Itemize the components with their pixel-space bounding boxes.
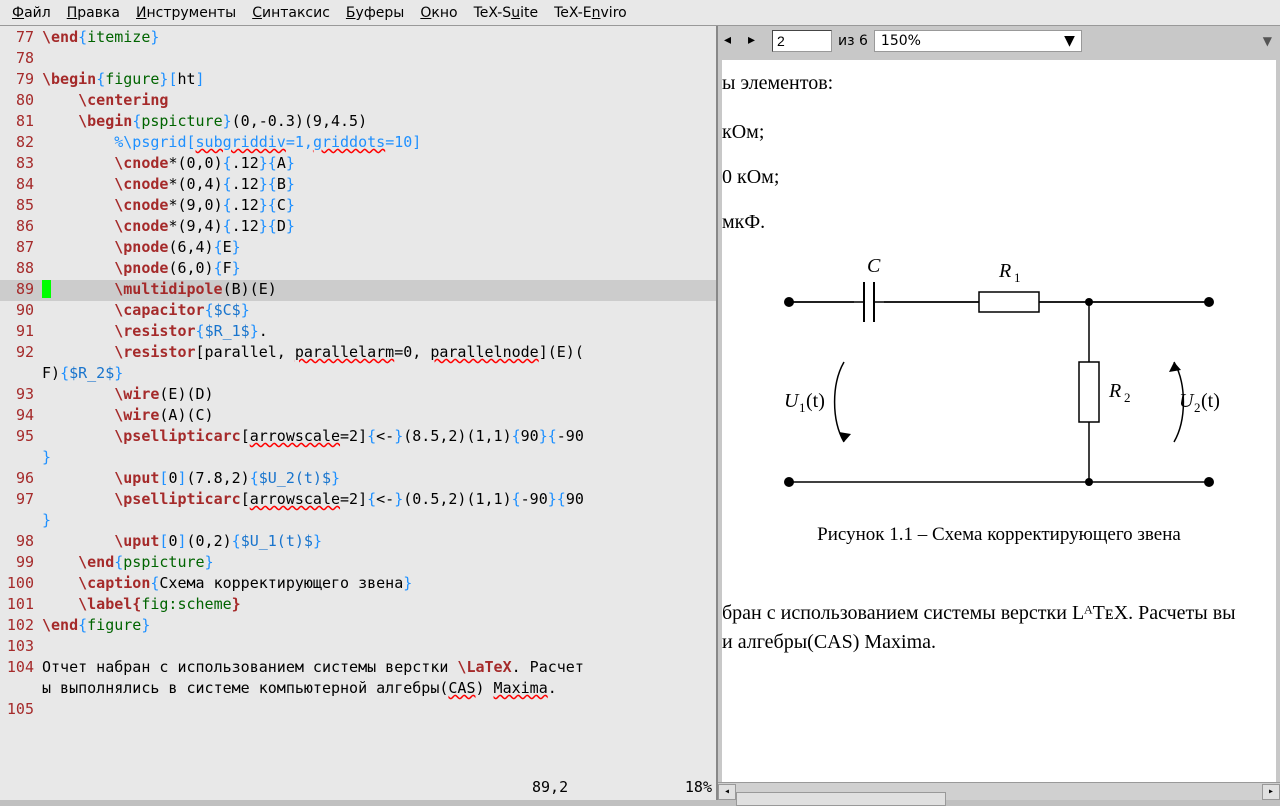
label-U1: U xyxy=(784,390,800,412)
line-number: 78 xyxy=(0,49,42,70)
preview-content[interactable]: ы элементов: кОм; 0 кОм; мкФ. xyxy=(718,56,1280,782)
line-number: 100 xyxy=(0,574,42,595)
pdf-text: мкФ. xyxy=(722,211,1276,234)
line-number: 87 xyxy=(0,238,42,259)
scroll-percent: 18% xyxy=(652,778,712,800)
line-number: 94 xyxy=(0,406,42,427)
line-number: 98 xyxy=(0,532,42,553)
preview-pane: ◂ ▸ из 6 150% ▼ ▼ ы элементов: кОм; 0 кО… xyxy=(718,26,1280,800)
line-number: 103 xyxy=(0,637,42,658)
pdf-text: ы элементов: xyxy=(722,72,1276,95)
label-R1: R xyxy=(998,260,1011,282)
menu-file-label: айл xyxy=(24,5,51,21)
line-number: 101 xyxy=(0,595,42,616)
line-number xyxy=(0,364,42,385)
label-C: C xyxy=(867,255,881,277)
svg-text:(t): (t) xyxy=(1201,390,1220,412)
line-number: 82 xyxy=(0,133,42,154)
line-number xyxy=(0,448,42,469)
line-number: 93 xyxy=(0,385,42,406)
editor-pane[interactable]: 77\end{itemize} 78 79\begin{figure}[ht] … xyxy=(0,26,716,800)
line-number: 88 xyxy=(0,259,42,280)
line-number: 92 xyxy=(0,343,42,364)
pdf-text: бран с использованием системы верстки Lᴬ… xyxy=(722,602,1276,625)
menu-buffers[interactable]: Буферы xyxy=(338,3,412,23)
next-page-icon[interactable]: ▸ xyxy=(748,32,766,50)
line-number: 95 xyxy=(0,427,42,448)
menu-window[interactable]: Окно xyxy=(412,3,465,23)
line-number: 84 xyxy=(0,175,42,196)
line-number: 90 xyxy=(0,301,42,322)
scroll-right-icon[interactable]: ▸ xyxy=(1262,784,1280,800)
preview-toolbar: ◂ ▸ из 6 150% ▼ ▼ xyxy=(718,26,1280,56)
label-U2: U xyxy=(1179,390,1195,412)
line-number: 83 xyxy=(0,154,42,175)
pdf-text: и алгебры(CAS) Maxima. xyxy=(722,631,1276,654)
svg-text:2: 2 xyxy=(1194,400,1201,415)
cursor xyxy=(42,280,51,298)
circuit-figure: C R 1 R 2 U 1 (t) U 2 (t) xyxy=(759,252,1239,512)
line-number xyxy=(0,511,42,532)
scroll-left-icon[interactable]: ◂ xyxy=(718,784,736,800)
line-number xyxy=(0,679,42,700)
line-number: 89 xyxy=(0,280,42,301)
line-number: 105 xyxy=(0,700,42,721)
toolbar-menu-icon[interactable]: ▼ xyxy=(1263,34,1272,48)
line-number: 86 xyxy=(0,217,42,238)
pdf-page: ы элементов: кОм; 0 кОм; мкФ. xyxy=(722,60,1276,782)
page-total-label: из 6 xyxy=(838,33,868,49)
line-number: 96 xyxy=(0,469,42,490)
menu-syntax[interactable]: Синтаксис xyxy=(244,3,338,23)
svg-text:1: 1 xyxy=(1014,270,1021,285)
chevron-down-icon: ▼ xyxy=(1064,33,1075,49)
svg-text:2: 2 xyxy=(1124,390,1131,405)
zoom-value: 150% xyxy=(881,33,921,49)
menu-tools[interactable]: Инструменты xyxy=(128,3,244,23)
page-number-input[interactable] xyxy=(772,30,832,52)
code-area[interactable]: 77\end{itemize} 78 79\begin{figure}[ht] … xyxy=(0,26,716,778)
pdf-text: 0 кОм; xyxy=(722,166,1276,189)
menu-texsuite[interactable]: TeX-Suite xyxy=(466,3,547,23)
line-number: 77 xyxy=(0,28,42,49)
zoom-select[interactable]: 150% ▼ xyxy=(874,30,1082,52)
line-number: 97 xyxy=(0,490,42,511)
status-line: 89,2 18% xyxy=(0,778,716,800)
pdf-text: кОм; xyxy=(722,121,1276,144)
line-number: 102 xyxy=(0,616,42,637)
menu-bar: Файл Правка Инструменты Синтаксис Буферы… xyxy=(0,0,1280,26)
line-number: 91 xyxy=(0,322,42,343)
line-number: 79 xyxy=(0,70,42,91)
menu-file[interactable]: Файл xyxy=(4,3,59,23)
line-number: 81 xyxy=(0,112,42,133)
scroll-thumb[interactable] xyxy=(736,792,946,806)
svg-text:1: 1 xyxy=(799,400,806,415)
line-number: 85 xyxy=(0,196,42,217)
label-R2: R xyxy=(1108,380,1121,402)
line-number: 99 xyxy=(0,553,42,574)
horizontal-scrollbar[interactable]: ◂ ▸ xyxy=(718,782,1280,800)
menu-edit[interactable]: Правка xyxy=(59,3,128,23)
current-line[interactable]: 89 \multidipole(B)(E) xyxy=(0,280,716,301)
menu-texenv[interactable]: TeX-Enviro xyxy=(546,3,635,23)
figure-caption: Рисунок 1.1 – Схема корректирующего звен… xyxy=(722,524,1276,546)
line-number: 104 xyxy=(0,658,42,679)
line-number: 80 xyxy=(0,91,42,112)
prev-page-icon[interactable]: ◂ xyxy=(724,32,742,50)
svg-text:(t): (t) xyxy=(806,390,825,412)
cursor-position: 89,2 xyxy=(532,778,652,800)
